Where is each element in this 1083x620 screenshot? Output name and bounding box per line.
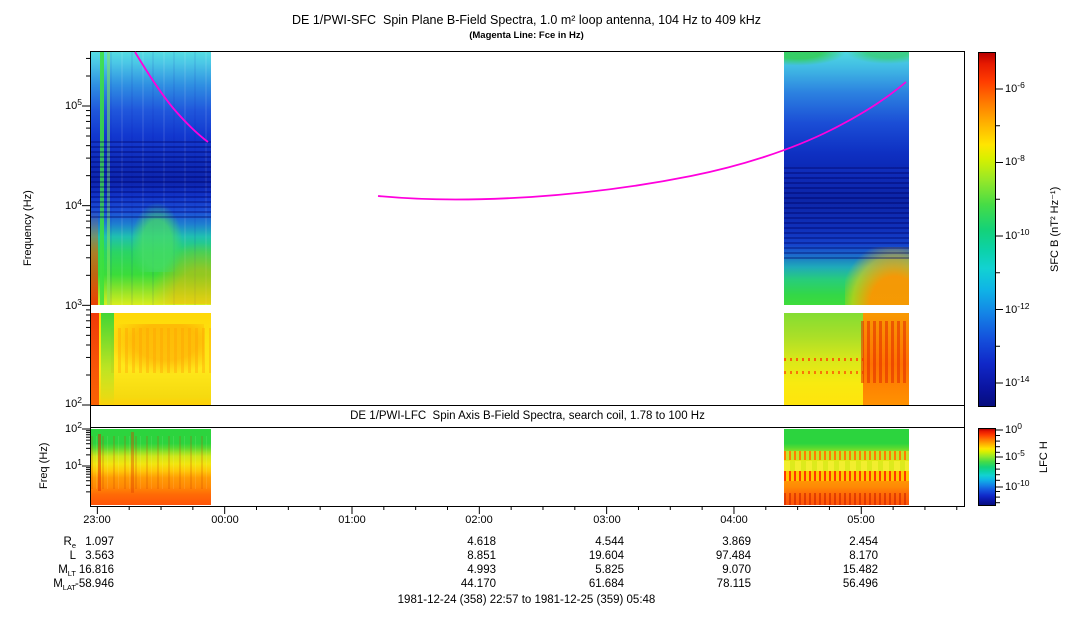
axis-ticks (0, 0, 1083, 620)
figure-root: DE 1/PWI-SFC Spin Plane B-Field Spectra,… (0, 0, 1083, 620)
